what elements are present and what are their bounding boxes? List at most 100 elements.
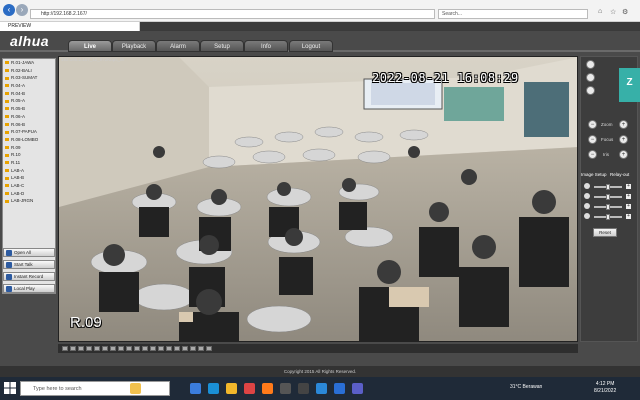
zoom-out-button[interactable]: −: [588, 120, 597, 129]
camera-item[interactable]: LAB-JRGN: [3, 197, 55, 205]
live-video[interactable]: [58, 56, 578, 342]
teams-overlay-badge[interactable]: Z: [619, 68, 640, 102]
camera-item[interactable]: R.05-B: [3, 105, 55, 113]
layout-toggle-icon[interactable]: [62, 346, 68, 351]
camera-item[interactable]: R.10: [3, 151, 55, 159]
camera-item[interactable]: R.09: [3, 144, 55, 152]
tab-live[interactable]: Live: [68, 40, 112, 52]
image-slider[interactable]: [594, 214, 622, 220]
camera-item[interactable]: R.06-B: [3, 121, 55, 129]
layout-toggle-icon[interactable]: [190, 346, 196, 351]
back-icon[interactable]: ‹: [3, 4, 15, 16]
open-all-button[interactable]: Open All: [3, 248, 55, 257]
slider-plus-button[interactable]: +: [626, 184, 631, 189]
news-icon[interactable]: [130, 383, 141, 394]
browser-search-input[interactable]: Search...: [438, 9, 588, 19]
taskbar-search-input[interactable]: Type here to search: [20, 381, 170, 396]
camera-item[interactable]: R.06-A: [3, 113, 55, 121]
camera-item[interactable]: R.04-A: [3, 82, 55, 90]
camera-item[interactable]: LAB-D: [3, 190, 55, 198]
reset-button[interactable]: Reset: [593, 228, 617, 237]
tab-setup[interactable]: Setup: [200, 40, 244, 52]
task-view-icon[interactable]: [190, 383, 201, 394]
camera-item[interactable]: LAB-A: [3, 167, 55, 175]
camera-item[interactable]: R.11: [3, 159, 55, 167]
layout-toggle-icon[interactable]: [142, 346, 148, 351]
layout-toggle-icon[interactable]: [198, 346, 204, 351]
slider-knob[interactable]: [606, 194, 610, 200]
app-icon[interactable]: [280, 383, 291, 394]
tab-logout[interactable]: Logout: [289, 40, 333, 52]
layout-toggle-icon[interactable]: [86, 346, 92, 351]
layout-toggle-icon[interactable]: [118, 346, 124, 351]
layout-toggle-icon[interactable]: [166, 346, 172, 351]
layout-toggle-icon[interactable]: [158, 346, 164, 351]
camera-item[interactable]: LAB-C: [3, 182, 55, 190]
layout-toggle-icon[interactable]: [182, 346, 188, 351]
slider-plus-button[interactable]: +: [626, 204, 631, 209]
zoom-in-button[interactable]: +: [619, 120, 628, 129]
slider-knob[interactable]: [606, 214, 610, 220]
start-talk-button[interactable]: Start Talk: [3, 260, 55, 269]
forward-icon[interactable]: ›: [16, 4, 28, 16]
layout-toggle-icon[interactable]: [102, 346, 108, 351]
slider-plus-button[interactable]: +: [626, 194, 631, 199]
image-slider[interactable]: [594, 194, 622, 200]
iris-open-button[interactable]: +: [619, 150, 628, 159]
favorites-icon[interactable]: ☆: [610, 8, 616, 16]
clock[interactable]: 4:12 PM 8/21/2022: [594, 381, 616, 395]
camera-icon: [5, 184, 9, 188]
local-play-button[interactable]: Local Play: [3, 284, 55, 293]
focus-out-button[interactable]: −: [588, 135, 597, 144]
weather-widget[interactable]: 31°C Berawan: [510, 384, 542, 390]
ptz-left-button[interactable]: [586, 73, 595, 82]
slider-plus-button[interactable]: +: [626, 214, 631, 219]
settings-icon[interactable]: ⚙: [622, 8, 628, 16]
edge-icon[interactable]: [208, 383, 219, 394]
camera-item[interactable]: R.07-PAPUA: [3, 128, 55, 136]
address-bar[interactable]: http://192.168.2.167/: [30, 9, 435, 19]
iris-close-button[interactable]: −: [588, 150, 597, 159]
camera-item[interactable]: R.02-BALI: [3, 67, 55, 75]
image-slider[interactable]: [594, 204, 622, 210]
layout-toggle-icon[interactable]: [78, 346, 84, 351]
layout-toggle-icon[interactable]: [174, 346, 180, 351]
windows-start-icon[interactable]: [4, 382, 16, 394]
camera-item[interactable]: R.03-SUMAT: [3, 74, 55, 82]
word-icon[interactable]: [334, 383, 345, 394]
ptz-up-left-button[interactable]: [586, 60, 595, 69]
layout-toggle-icon[interactable]: [94, 346, 100, 351]
chrome-icon[interactable]: [244, 383, 255, 394]
button-label: Local Play: [14, 286, 35, 291]
layout-toggle-icon[interactable]: [206, 346, 212, 351]
relay-out-tab[interactable]: Relay-out: [610, 172, 629, 177]
camera-item[interactable]: R.05-A: [3, 97, 55, 105]
camera-label: R.04-B: [11, 90, 26, 96]
camera-item[interactable]: R.01-JAWA: [3, 59, 55, 67]
tab-playback[interactable]: Playback: [112, 40, 156, 52]
camera-app-icon[interactable]: [298, 383, 309, 394]
slider-knob[interactable]: [606, 184, 610, 190]
camera-item[interactable]: R.08-LOMBO: [3, 136, 55, 144]
browser-tab[interactable]: PREVIEW: [0, 22, 140, 31]
home-icon[interactable]: ⌂: [598, 8, 602, 15]
layout-toggle-icon[interactable]: [126, 346, 132, 351]
layout-toggle-icon[interactable]: [150, 346, 156, 351]
tab-info[interactable]: Info: [244, 40, 288, 52]
tab-alarm[interactable]: Alarm: [156, 40, 200, 52]
camera-item[interactable]: LAB-B: [3, 174, 55, 182]
layout-toggle-icon[interactable]: [110, 346, 116, 351]
layout-toggle-icon[interactable]: [70, 346, 76, 351]
instant-record-button[interactable]: Instant Record: [3, 272, 55, 281]
file-explorer-icon[interactable]: [226, 383, 237, 394]
firefox-icon[interactable]: [262, 383, 273, 394]
layout-toggle-icon[interactable]: [134, 346, 140, 351]
focus-in-button[interactable]: +: [619, 135, 628, 144]
teams-icon[interactable]: [352, 383, 363, 394]
ptz-down-left-button[interactable]: [586, 86, 595, 95]
store-icon[interactable]: [316, 383, 327, 394]
image-setup-tab[interactable]: Image Setup: [581, 172, 607, 177]
slider-knob[interactable]: [606, 204, 610, 210]
image-slider[interactable]: [594, 184, 622, 190]
camera-item[interactable]: R.04-B: [3, 90, 55, 98]
